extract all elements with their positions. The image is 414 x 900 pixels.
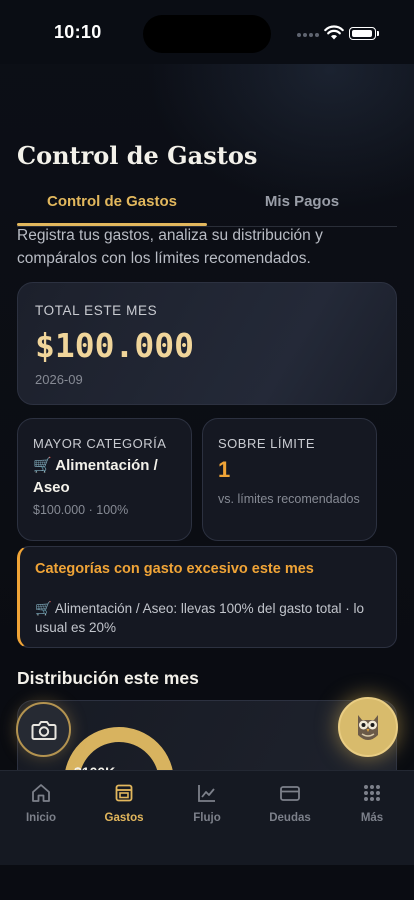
camera-icon — [31, 720, 56, 740]
top-category-label: MAYOR CATEGORÍA — [33, 436, 167, 451]
grid-dots-icon — [364, 785, 380, 801]
over-limit-label: SOBRE LÍMITE — [218, 436, 316, 451]
over-limit-card: SOBRE LÍMITE 1 vs. límites recomendados — [202, 418, 377, 541]
segment-tabs: Control de Gastos Mis Pagos — [17, 189, 397, 227]
total-amount: $100.000 — [35, 326, 194, 365]
distribution-title: Distribución este mes — [17, 668, 199, 688]
dynamic-island — [143, 15, 271, 53]
camera-button[interactable] — [16, 702, 71, 757]
nav-label-mas: Más — [360, 812, 384, 824]
app-screen: 10:10 Control de Gastos Control de Gasto… — [0, 0, 414, 900]
battery-icon — [349, 27, 379, 40]
over-limit-count: 1 — [218, 457, 231, 482]
owl-assistant-icon — [358, 715, 378, 740]
nav-gastos[interactable]: Gastos — [89, 781, 159, 824]
total-label: TOTAL ESTE MES — [35, 303, 158, 318]
nav-label-gastos: Gastos — [104, 812, 144, 824]
alert-title: Categorías con gasto excesivo este mes — [35, 561, 314, 577]
assistant-button[interactable] — [338, 697, 398, 757]
total-period: 2026-09 — [35, 372, 83, 387]
chart-line-icon — [198, 785, 215, 802]
page-description: Registra tus gastos, analiza su distribu… — [17, 227, 323, 267]
home-indicator-area — [0, 865, 414, 900]
nav-label-deudas: Deudas — [269, 812, 311, 824]
over-limit-subtitle: vs. límites recomendados — [218, 492, 360, 506]
excess-spending-alert: Categorías con gasto excesivo este mes 🛒… — [17, 546, 397, 648]
receipt-icon — [115, 784, 133, 802]
nav-deudas[interactable]: Deudas — [255, 781, 325, 824]
top-category-card: MAYOR CATEGORÍA 🛒 Alimentación / Aseo $1… — [17, 418, 192, 541]
alert-body: 🛒 Alimentación / Aseo: llevas 100% del g… — [35, 601, 364, 635]
nav-mas[interactable]: Más — [337, 781, 407, 824]
tab-mis-pagos[interactable]: Mis Pagos — [207, 193, 397, 210]
credit-card-icon — [280, 786, 300, 801]
page-title: Control de Gastos — [17, 141, 258, 170]
nav-inicio[interactable]: Inicio — [6, 781, 76, 824]
home-icon — [32, 784, 50, 802]
nav-label-inicio: Inicio — [25, 812, 57, 824]
nav-flujo[interactable]: Flujo — [172, 781, 242, 824]
top-category-name: 🛒 Alimentación / Aseo — [33, 457, 158, 496]
total-month-card: TOTAL ESTE MES $100.000 2026-09 — [17, 282, 397, 405]
bottom-tab-bar: Inicio Gastos Flujo Deudas Más — [0, 770, 414, 865]
wifi-icon — [324, 25, 344, 40]
cellular-signal-icon — [297, 33, 319, 37]
tab-control-de-gastos[interactable]: Control de Gastos — [17, 193, 207, 210]
nav-label-flujo: Flujo — [193, 812, 221, 824]
top-category-meta: $100.000 · 100% — [33, 503, 129, 517]
status-time: 10:10 — [54, 22, 102, 42]
